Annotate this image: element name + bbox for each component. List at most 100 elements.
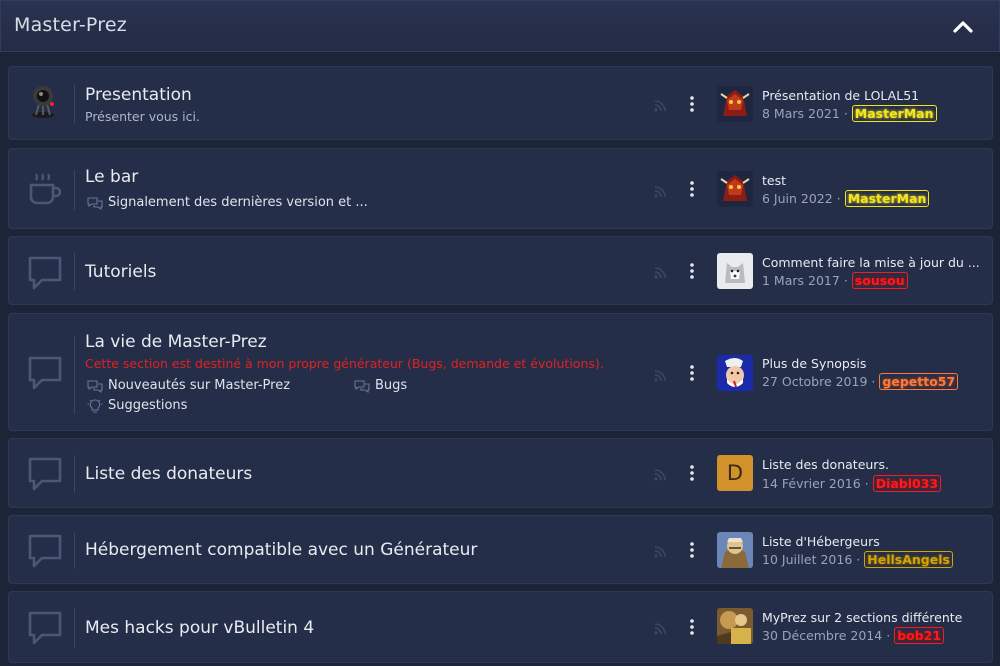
username-badge[interactable]: Diabl033 <box>872 475 942 492</box>
meta-separator: · <box>843 273 848 288</box>
webcam-forum-icon <box>25 82 65 122</box>
meta-separator: · <box>836 191 841 206</box>
avatar[interactable] <box>717 171 753 207</box>
username-badge[interactable]: MasterMan <box>844 190 930 207</box>
comments-icon <box>87 379 103 393</box>
row-divider <box>74 608 75 648</box>
meta-separator: · <box>843 106 848 121</box>
username-badge[interactable]: MasterMan <box>851 105 937 122</box>
forum-title[interactable]: Liste des donateurs <box>85 464 252 484</box>
speech-bubble-icon <box>25 353 65 393</box>
last-post-title[interactable]: Présentation de LOLAL51 <box>762 88 919 103</box>
username-badge[interactable]: bob21 <box>894 627 945 644</box>
row-divider <box>74 253 75 290</box>
forum-row-le-bar: Le bar Signalement des dernières version… <box>8 148 993 229</box>
speech-bubble-icon <box>25 253 65 293</box>
row-divider <box>74 170 75 210</box>
last-post-date: 6 Juin 2022 <box>762 191 833 206</box>
last-post-meta: 1 Mars 2017 · sousou <box>762 272 908 289</box>
last-post-meta: 8 Mars 2021 · MasterMan <box>762 105 937 122</box>
avatar[interactable] <box>717 253 753 289</box>
forum-row-liste-des-donateurs: Liste des donateurs D Liste des donateur… <box>8 438 993 508</box>
category-title[interactable]: Master-Prez <box>14 14 127 36</box>
category-header: Master-Prez <box>0 0 1000 52</box>
avatar-letter[interactable]: D <box>717 455 753 491</box>
avatar[interactable] <box>717 355 753 391</box>
row-divider <box>74 532 75 569</box>
rss-icon[interactable] <box>653 98 667 112</box>
rss-icon[interactable] <box>653 184 667 198</box>
rss-icon[interactable] <box>653 265 667 279</box>
username-badge[interactable]: HellsAngels <box>864 551 953 568</box>
comments-icon <box>354 379 370 393</box>
forum-title[interactable]: Hébergement compatible avec un Générateu… <box>85 540 477 560</box>
forum-row-hebergement: Hébergement compatible avec un Générateu… <box>8 515 993 584</box>
last-post-title[interactable]: Comment faire la mise à jour du ... <box>762 255 980 270</box>
forum-description: Présenter vous ici. <box>85 109 200 124</box>
forum-menu-icon[interactable] <box>687 618 697 636</box>
subforum-link[interactable]: Signalement des dernières version et ... <box>87 195 368 210</box>
row-divider <box>74 85 75 123</box>
forum-menu-icon[interactable] <box>687 180 697 198</box>
last-post-meta: 6 Juin 2022 · MasterMan <box>762 190 930 207</box>
coffee-cup-icon <box>25 169 65 209</box>
subforum-label: Bugs <box>375 378 408 393</box>
last-post-meta: 27 Octobre 2019 · gepetto57 <box>762 373 959 390</box>
lightbulb-icon <box>87 398 103 413</box>
rss-icon[interactable] <box>653 467 667 481</box>
last-post-date: 30 Décembre 2014 <box>762 628 883 643</box>
forum-menu-icon[interactable] <box>687 541 697 559</box>
rss-icon[interactable] <box>653 368 667 382</box>
last-post-title[interactable]: test <box>762 173 786 188</box>
speech-bubble-icon <box>25 454 65 494</box>
last-post-meta: 14 Février 2016 · Diabl033 <box>762 475 942 492</box>
forum-title[interactable]: Presentation <box>85 85 192 105</box>
last-post-date: 27 Octobre 2019 <box>762 374 868 389</box>
speech-bubble-icon <box>25 531 65 571</box>
username-badge[interactable]: sousou <box>851 272 908 289</box>
last-post-title[interactable]: Liste des donateurs. <box>762 457 889 472</box>
forum-title[interactable]: Mes hacks pour vBulletin 4 <box>85 618 314 638</box>
forum-menu-icon[interactable] <box>687 95 697 113</box>
last-post-meta: 10 Juillet 2016 · HellsAngels <box>762 551 953 568</box>
last-post-title[interactable]: Liste d'Hébergeurs <box>762 534 880 549</box>
forum-title[interactable]: La vie de Master-Prez <box>85 332 267 352</box>
forum-menu-icon[interactable] <box>687 464 697 482</box>
avatar[interactable] <box>717 86 753 122</box>
forum-menu-icon[interactable] <box>687 262 697 280</box>
forum-title[interactable]: Tutoriels <box>85 262 156 282</box>
last-post-title[interactable]: MyPrez sur 2 sections différente <box>762 610 962 625</box>
rss-icon[interactable] <box>653 621 667 635</box>
last-post-date: 10 Juillet 2016 <box>762 552 853 567</box>
subforum-label: Signalement des dernières version et ... <box>108 195 368 210</box>
subforum-link[interactable]: Nouveautés sur Master-Prez <box>87 378 290 393</box>
last-post-title[interactable]: Plus de Synopsis <box>762 356 866 371</box>
row-divider <box>74 455 75 493</box>
forum-title[interactable]: Le bar <box>85 167 138 187</box>
username-badge[interactable]: gepetto57 <box>879 373 959 390</box>
meta-separator: · <box>864 476 869 491</box>
comments-icon <box>87 196 103 210</box>
avatar[interactable] <box>717 532 753 568</box>
forum-row-mes-hacks: Mes hacks pour vBulletin 4 MyPrez sur 2 … <box>8 591 993 663</box>
meta-separator: · <box>886 628 891 643</box>
forum-description: Cette section est destiné à mon propre g… <box>85 356 604 371</box>
subforum-label: Nouveautés sur Master-Prez <box>108 378 291 393</box>
speech-bubble-icon <box>25 608 65 648</box>
rss-icon[interactable] <box>653 544 667 558</box>
forum-row-presentation: Presentation Présenter vous ici. Présent… <box>8 66 993 140</box>
meta-separator: · <box>856 552 861 567</box>
forum-row-tutoriels: Tutoriels Comment faire la mise à jour d… <box>8 236 993 305</box>
subforum-label: Suggestions <box>108 398 188 413</box>
last-post-date: 8 Mars 2021 <box>762 106 840 121</box>
last-post-date: 1 Mars 2017 <box>762 273 840 288</box>
subforum-link[interactable]: Suggestions <box>87 398 187 413</box>
row-divider <box>74 336 75 414</box>
forum-menu-icon[interactable] <box>687 364 697 382</box>
last-post-meta: 30 Décembre 2014 · bob21 <box>762 627 945 644</box>
forum-row-la-vie-de-master-prez: La vie de Master-Prez Cette section est … <box>8 313 993 431</box>
subforum-link[interactable]: Bugs <box>354 378 407 393</box>
collapse-chevron-up-icon[interactable] <box>951 15 975 39</box>
avatar[interactable] <box>717 608 753 644</box>
meta-separator: · <box>871 374 876 389</box>
